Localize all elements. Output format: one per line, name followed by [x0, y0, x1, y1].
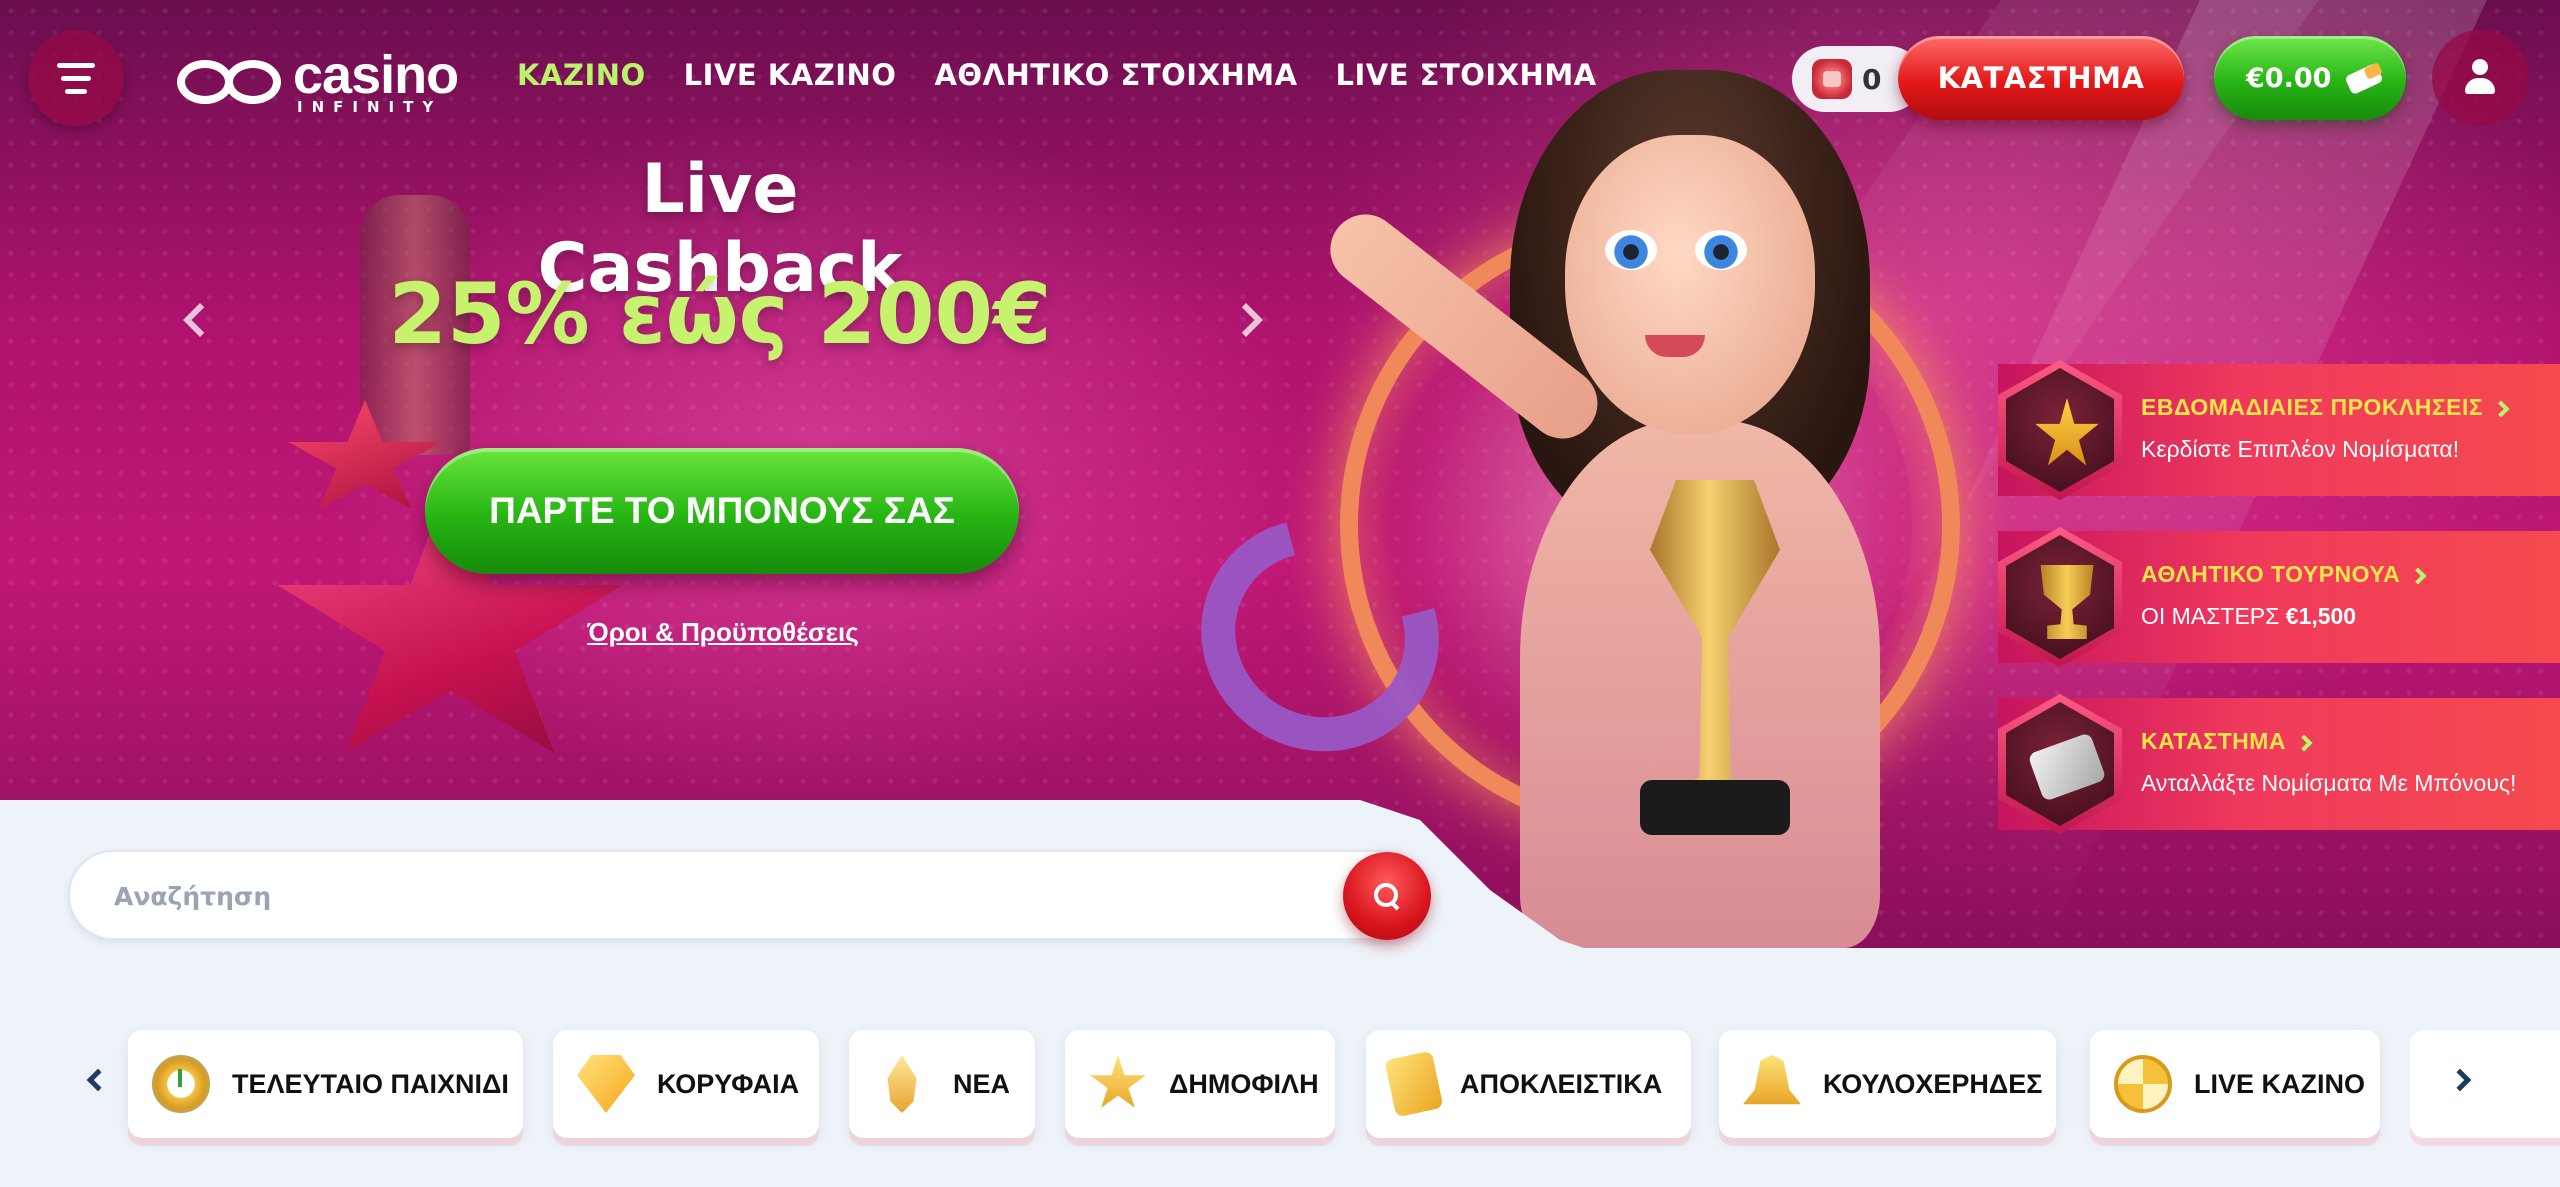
account-button[interactable]: [2432, 30, 2528, 126]
star-icon: [1090, 1055, 1146, 1108]
user-icon: [2463, 59, 2497, 97]
category-recent[interactable]: ΤΕΛΕΥΤΑΙΟ ΠΑΙΧΝΙΔΙ: [128, 1030, 523, 1138]
gem-icon: [577, 1055, 635, 1113]
star-anvil-icon: [2035, 398, 2099, 466]
category-label: ΚΟΡΥΦΑΙΑ: [657, 1068, 800, 1099]
logo[interactable]: casino INFINITY: [175, 45, 459, 116]
logo-subtext: INFINITY: [297, 98, 443, 116]
category-new[interactable]: ΝΕΑ: [849, 1030, 1035, 1138]
promo-link-subtitle: ΟΙ ΜΑΣΤΕΡΣ: [2141, 603, 2286, 629]
trophy-icon: [2040, 565, 2094, 639]
main-nav: ΚΑΖΙΝΟ LIVE ΚΑΖΙΝΟ ΑΘΛΗΤΙΚΟ ΣΤΟΙΧΗΜΑ LIV…: [517, 58, 1597, 92]
infinity-logo-icon: [175, 54, 285, 110]
nav-live-betting[interactable]: LIVE ΣΤΟΙΧΗΜΑ: [1336, 58, 1597, 92]
category-label: ΑΠΟΚΛΕΙΣΤΙΚΑ: [1460, 1068, 1663, 1099]
coin-icon: [1812, 59, 1852, 99]
chevron-left-icon: [183, 303, 217, 337]
category-slots[interactable]: ΚΟΥΛΟΧΕΡΗΔΕΣ: [1719, 1030, 2056, 1138]
flame-icon: [887, 1055, 917, 1113]
search-button[interactable]: [1343, 852, 1431, 940]
chevron-right-icon: [2295, 734, 2313, 752]
claim-bonus-button[interactable]: ΠΑΡΤΕ ΤΟ ΜΠΟΝΟΥΣ ΣΑΣ: [425, 448, 1019, 574]
promo-amount: 25% εώς 200€: [388, 265, 1052, 363]
promo-link-subtitle: Ανταλλάξτε Νομίσματα Με Μπόνους!: [2141, 770, 2517, 796]
sports-tournament-promo[interactable]: ΑΘΛΗΤΙΚΟ ΤΟΥΡΝΟΥΑ ΟΙ ΜΑΣΤΕΡΣ €1,500: [1998, 527, 2560, 667]
nav-sports-betting[interactable]: ΑΘΛΗΤΙΚΟ ΣΤΟΙΧΗΜΑ: [934, 58, 1297, 92]
category-label: ΝΕΑ: [953, 1068, 1011, 1099]
category-label: ΤΕΛΕΥΤΑΙΟ ΠΑΙΧΝΙΔΙ: [232, 1068, 509, 1099]
store-button[interactable]: ΚΑΤΑΣΤΗΜΑ: [1898, 36, 2184, 120]
terms-link[interactable]: Όροι & Προϋποθέσεις: [570, 617, 876, 648]
mascot-mouth: [1645, 335, 1705, 357]
menu-icon: [57, 62, 95, 68]
category-label: ΔΗΜΟΦΙΛΗ: [1169, 1068, 1319, 1099]
nav-live-casino[interactable]: LIVE ΚΑΖΙΝΟ: [684, 58, 897, 92]
search-icon: [1372, 881, 1402, 911]
category-partial[interactable]: [2410, 1030, 2560, 1138]
search-input[interactable]: [114, 874, 1314, 918]
clock-icon: [152, 1055, 210, 1113]
trophy-base-decoration: [1640, 780, 1790, 835]
search-bar: [68, 850, 1428, 940]
nav-casino[interactable]: ΚΑΖΙΝΟ: [517, 58, 646, 92]
category-live-casino[interactable]: LIVE ΚΑΖΙΝΟ: [2090, 1030, 2380, 1138]
balance-button[interactable]: €0.00: [2214, 36, 2406, 120]
category-exclusive[interactable]: ΑΠΟΚΛΕΙΣΤΙΚΑ: [1366, 1030, 1691, 1138]
chevron-right-icon: [1229, 303, 1263, 337]
mascot-eye: [1695, 230, 1747, 270]
weekly-challenges-promo[interactable]: ΕΒΔΟΜΑΔΙΑΙΕΣ ΠΡΟΚΛΗΣΕΙΣ Κερδίστε Επιπλέο…: [1998, 360, 2560, 500]
hamburger-menu-button[interactable]: [28, 30, 124, 126]
promo-link-title: ΚΑΤΑΣΤΗΜΑ: [2141, 728, 2286, 754]
mascot-face: [1565, 135, 1815, 435]
chip-icon: [2114, 1055, 2172, 1113]
coin-count: 0: [1862, 62, 1882, 96]
chevron-right-icon: [2409, 567, 2427, 585]
chevron-right-icon: [2492, 400, 2510, 418]
category-top[interactable]: ΚΟΡΥΦΑΙΑ: [553, 1030, 819, 1138]
wallet-icon: [2345, 63, 2385, 93]
slider-next-button[interactable]: [1226, 290, 1266, 350]
category-label: ΚΟΥΛΟΧΕΡΗΔΕΣ: [1823, 1068, 2043, 1099]
promo-link-subtitle: Κερδίστε Επιπλέον Νομίσματα!: [2141, 436, 2460, 462]
category-popular[interactable]: ΔΗΜΟΦΙΛΗ: [1065, 1030, 1335, 1138]
balance-value: €0.00: [2246, 62, 2332, 94]
category-label: LIVE ΚΑΖΙΝΟ: [2194, 1068, 2366, 1099]
categories-prev-button[interactable]: [78, 1060, 118, 1100]
store-promo[interactable]: ΚΑΤΑΣΤΗΜΑ Ανταλλάξτε Νομίσματα Με Μπόνου…: [1998, 694, 2560, 834]
mascot-eye: [1605, 230, 1657, 270]
promo-link-title: ΕΒΔΟΜΑΔΙΑΙΕΣ ΠΡΟΚΛΗΣΕΙΣ: [2141, 394, 2484, 420]
promo-link-title: ΑΘΛΗΤΙΚΟ ΤΟΥΡΝΟΥΑ: [2141, 561, 2401, 587]
prize-amount: €1,500: [2285, 603, 2357, 629]
logo-text: casino: [293, 45, 459, 105]
categories-next-button[interactable]: [2440, 1060, 2480, 1100]
chevron-right-icon: [2448, 1068, 2472, 1092]
bell-icon: [1743, 1055, 1801, 1105]
ticket-icon: [1384, 1050, 1444, 1118]
card-icon: [2027, 732, 2107, 802]
chevron-left-icon: [86, 1068, 110, 1092]
slider-prev-button[interactable]: [180, 290, 220, 350]
